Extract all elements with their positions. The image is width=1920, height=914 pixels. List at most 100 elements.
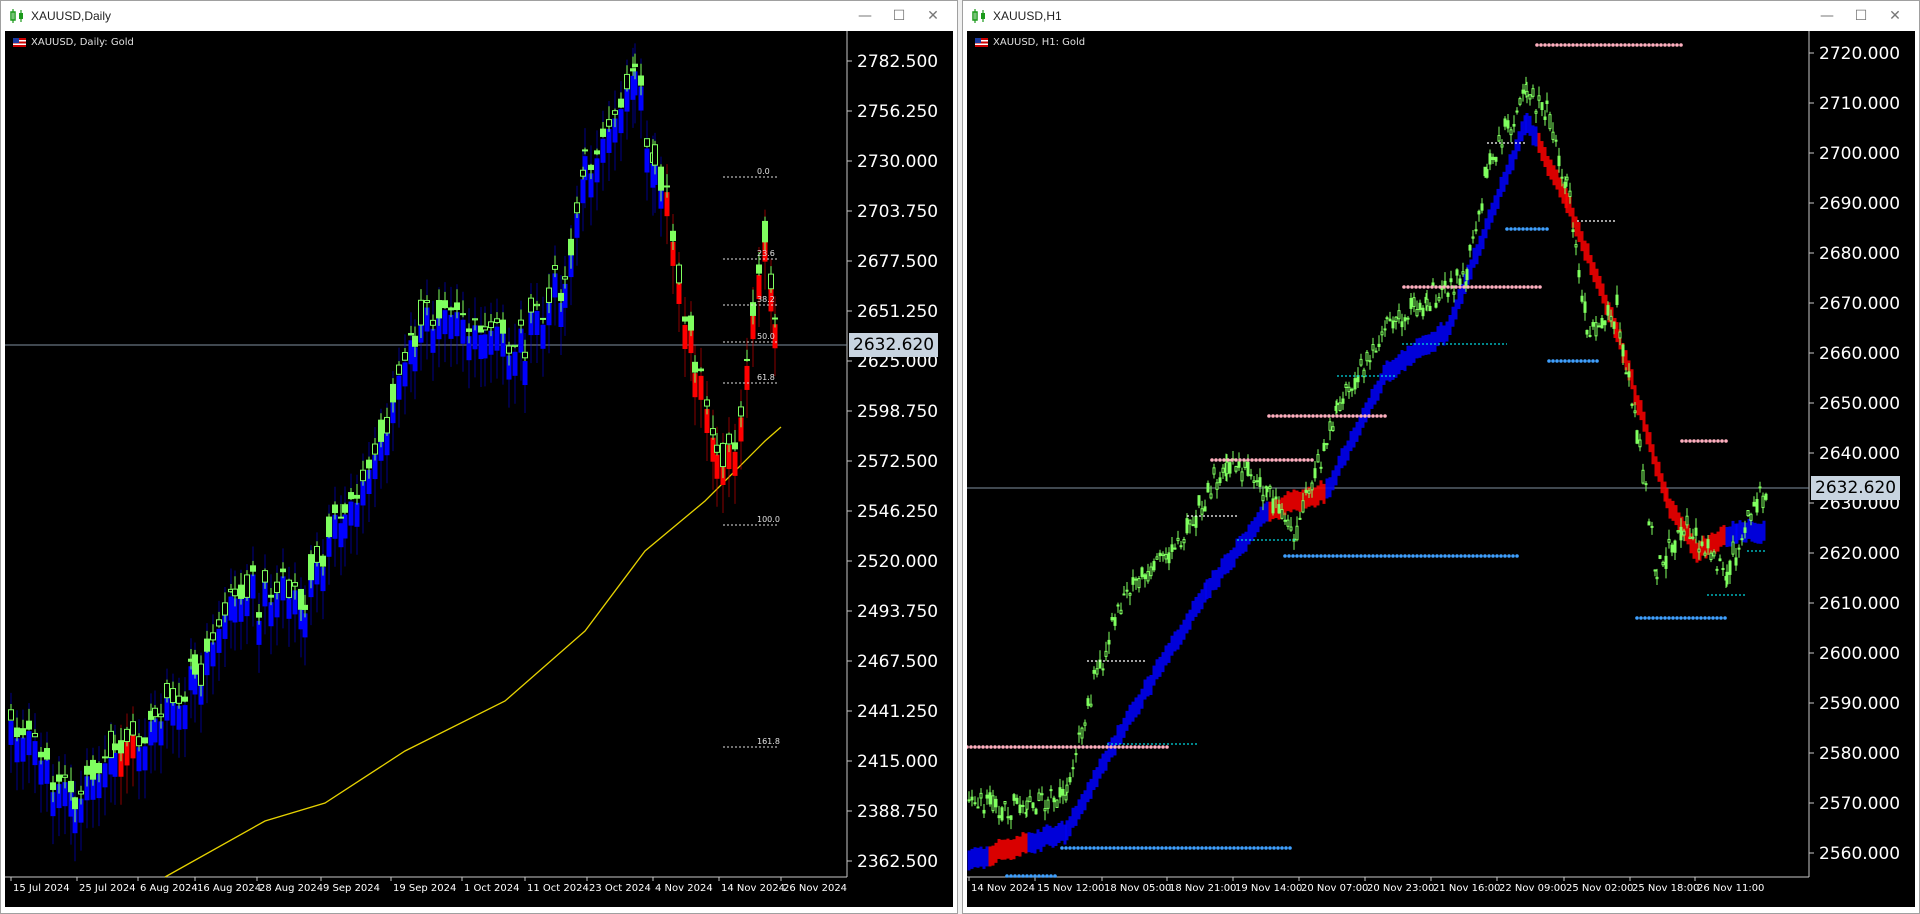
candle (1588, 334, 1592, 337)
trend-band-candle (1155, 659, 1159, 680)
close-button[interactable]: ✕ (1881, 5, 1909, 27)
trend-band-candle (1710, 532, 1714, 553)
candle (326, 516, 332, 538)
trend-band-candle (1454, 299, 1458, 320)
resistance-dot (1571, 43, 1575, 47)
trend-band-candle (1054, 825, 1058, 846)
candle (424, 300, 430, 304)
candle (1461, 271, 1465, 275)
support-dot (1371, 554, 1375, 558)
candle (1560, 176, 1564, 179)
chart-window-daily[interactable]: XAUUSD,Daily — ☐ ✕ 2782.500 2756.250 2730.… (0, 0, 958, 914)
candle (1258, 477, 1262, 488)
candle (682, 316, 688, 322)
resistance-dot (1688, 439, 1692, 443)
support-dot (1256, 846, 1260, 850)
candle (973, 802, 977, 805)
trend-band-candle (1448, 315, 1452, 336)
trend-band-candle (594, 158, 600, 183)
trend-band-candle (1343, 445, 1347, 466)
candle (384, 416, 390, 434)
support-dot (1140, 846, 1144, 850)
candle (436, 300, 442, 319)
trend-band-candle (1543, 147, 1547, 168)
support-dot (1491, 554, 1495, 558)
candle (338, 516, 344, 519)
resistance-dot (1093, 745, 1097, 749)
time-tick-label: 23 Oct 2024 (589, 883, 651, 894)
candle (1488, 153, 1492, 165)
trend-band-candle (1340, 448, 1344, 469)
chart-area-daily[interactable]: 2782.500 2756.250 2730.000 2703.750 2677.500… (5, 31, 953, 907)
candle (1400, 321, 1404, 328)
candle (216, 619, 222, 627)
candle (210, 632, 216, 641)
support-dot (1719, 616, 1723, 620)
price-tick-label: 2546.250 (857, 502, 938, 522)
candle (594, 150, 600, 155)
price-tick-label: 2756.250 (857, 102, 938, 122)
resistance-dot (981, 745, 985, 749)
price-chart-h1[interactable]: 2720.000 2710.000 2700.000 2690.000 2680.000… (967, 31, 1915, 907)
support-dot (1084, 846, 1088, 850)
chart-window-h1[interactable]: XAUUSD,H1 — ☐ ✕ 2720.000 2710.000 2700.000… (962, 0, 1920, 914)
trend-band-candle (1244, 531, 1248, 552)
trend-band-candle (1409, 345, 1413, 366)
candle (1246, 461, 1250, 476)
trend-band-candle (1292, 489, 1296, 510)
support-dot (1679, 616, 1683, 620)
title-bar[interactable]: XAUUSD,Daily — ☐ ✕ (1, 1, 957, 31)
candle (720, 442, 726, 468)
support-dot (1100, 846, 1104, 850)
candle (204, 638, 210, 652)
trend-band-candle (1083, 790, 1087, 811)
resistance-dot (1603, 43, 1607, 47)
candle (676, 264, 682, 284)
resistance-dot (1117, 745, 1121, 749)
support-dot (1112, 846, 1116, 850)
close-button[interactable]: ✕ (919, 5, 947, 27)
support-dot (1264, 846, 1268, 850)
resistance-dot (1446, 285, 1450, 289)
candle (1167, 552, 1171, 564)
maximize-button[interactable]: ☐ (885, 5, 913, 27)
support-dot (1555, 359, 1559, 363)
candle (1252, 480, 1256, 484)
support-dot (1132, 846, 1136, 850)
candle (1325, 443, 1329, 446)
trend-band-candle (1337, 455, 1341, 476)
chart-area-h1[interactable]: 2720.000 2710.000 2700.000 2690.000 2680.000… (967, 31, 1915, 907)
trend-band-candle (1331, 470, 1335, 491)
resistance-dot (1506, 285, 1510, 289)
price-tick-label: 2441.250 (857, 702, 938, 722)
candle (762, 220, 768, 243)
support-dot (1164, 846, 1168, 850)
support-dot (1487, 554, 1491, 558)
resistance-dot (1466, 285, 1470, 289)
resistance-dot (1518, 285, 1522, 289)
support-dot (1511, 554, 1515, 558)
minimize-button[interactable]: — (1813, 5, 1841, 27)
title-bar[interactable]: XAUUSD,H1 — ☐ ✕ (963, 1, 1919, 31)
maximize-button[interactable]: ☐ (1847, 5, 1875, 27)
resistance-dot (1306, 458, 1310, 462)
resistance-dot (1494, 285, 1498, 289)
price-chart-daily[interactable]: 2782.500 2756.250 2730.000 2703.750 2677.500… (5, 31, 953, 907)
candle (1043, 808, 1047, 812)
trend-band-candle (606, 128, 612, 153)
minimize-button[interactable]: — (851, 5, 879, 27)
trend-band-candle (8, 720, 14, 745)
candle (1185, 518, 1189, 534)
resistance-dot (1049, 745, 1053, 749)
trend-band-candle (1298, 491, 1302, 512)
resistance-dot (1700, 439, 1704, 443)
resistance-dot (1307, 414, 1311, 418)
time-tick-label: 20 Nov 23:00 (1367, 883, 1434, 894)
candle (1125, 589, 1129, 592)
candle (286, 579, 292, 598)
trend-band-candle (1042, 826, 1046, 847)
support-dot (1104, 846, 1108, 850)
support-dot (1260, 846, 1264, 850)
candle (652, 144, 658, 166)
support-dot (1116, 846, 1120, 850)
